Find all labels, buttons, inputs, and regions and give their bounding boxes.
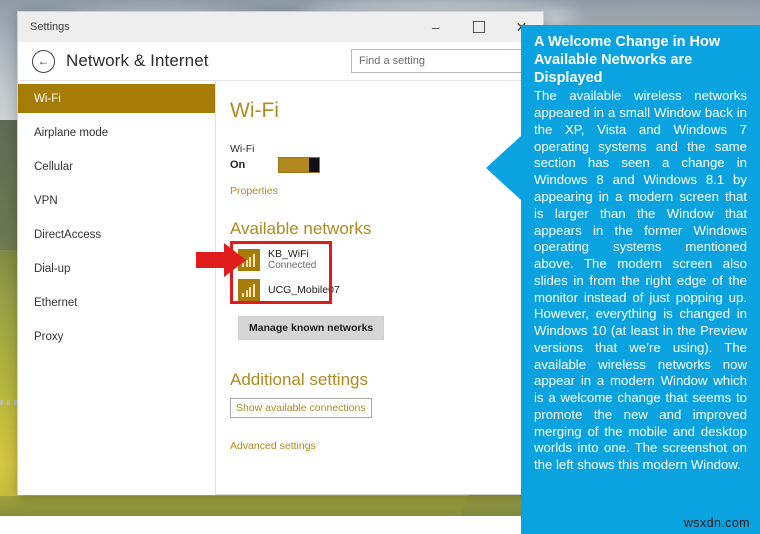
red-arrow-annotation [196, 243, 246, 277]
wifi-toggle-switch[interactable] [278, 157, 321, 173]
maximize-icon [472, 21, 485, 33]
title-bar: Settings – ✕ [18, 12, 543, 42]
show-available-connections-button[interactable]: Show available connections [230, 398, 372, 418]
sidebar-item-proxy[interactable]: Proxy [18, 322, 215, 351]
sidebar-item-label: Airplane mode [34, 126, 109, 139]
content-heading: Wi-Fi [230, 99, 279, 122]
sidebar: Wi-Fi Airplane mode Cellular VPN DirectA… [18, 81, 216, 495]
sidebar-item-label: Ethernet [34, 296, 78, 309]
back-button[interactable]: ← [32, 49, 55, 73]
advanced-settings-link[interactable]: Advanced settings [230, 440, 543, 452]
sidebar-item-label: Dial-up [34, 262, 71, 275]
sidebar-item-label: Proxy [34, 330, 64, 343]
back-arrow-icon: ← [37, 54, 50, 68]
minimize-button[interactable]: – [414, 12, 457, 42]
callout-panel: A Welcome Change in How Available Networ… [521, 25, 760, 534]
network-text: KB_WiFi Connected [268, 248, 316, 272]
network-status: Connected [268, 260, 317, 272]
settings-window: Settings – ✕ ← Network & Internet Find a… [18, 12, 543, 495]
callout-heading: A Welcome Change in How Available Networ… [534, 34, 721, 87]
network-name: UCG_Mobile07 [268, 283, 340, 296]
wifi-state-label: On [230, 159, 246, 171]
sidebar-item-directaccess[interactable]: DirectAccess [18, 220, 215, 249]
callout-body: The available wireless networks appeared… [534, 88, 747, 473]
toggle-thumb [309, 158, 320, 172]
sidebar-item-label: Cellular [34, 160, 73, 173]
header-bar: ← Network & Internet Find a setting [18, 42, 543, 80]
window-body: Wi-Fi Airplane mode Cellular VPN DirectA… [18, 80, 543, 495]
available-networks-heading: Available networks [230, 219, 372, 238]
page-title: Network & Internet [66, 51, 209, 70]
callout-inner: A Welcome Change in How Available Networ… [521, 25, 760, 474]
network-list: KB_WiFi Connected UCG_Mobile07 [230, 241, 341, 304]
sidebar-item-label: VPN [34, 194, 58, 207]
sidebar-item-label: DirectAccess [34, 228, 102, 241]
watermark: wsxdn.com [683, 516, 750, 530]
sidebar-item-wifi[interactable]: Wi-Fi [18, 84, 215, 113]
sidebar-item-label: Wi-Fi [34, 92, 61, 105]
manage-known-networks-button[interactable]: Manage known networks [238, 316, 385, 340]
minimize-icon: – [431, 19, 440, 35]
sidebar-item-dial-up[interactable]: Dial-up [18, 254, 215, 283]
network-list-item[interactable]: UCG_Mobile07 [238, 277, 341, 303]
callout-pointer [486, 135, 522, 201]
search-placeholder: Find a setting [359, 55, 426, 67]
search-input[interactable]: Find a setting [351, 49, 535, 73]
network-name: KB_WiFi [268, 248, 309, 261]
sidebar-item-vpn[interactable]: VPN [18, 186, 215, 215]
network-text: UCG_Mobile07 [268, 284, 340, 296]
maximize-button[interactable] [457, 12, 500, 42]
wifi-signal-icon [238, 279, 260, 301]
sidebar-item-airplane-mode[interactable]: Airplane mode [18, 118, 215, 147]
additional-settings-heading: Additional settings [230, 370, 368, 389]
sidebar-item-cellular[interactable]: Cellular [18, 152, 215, 181]
window-title: Settings [30, 21, 70, 33]
sidebar-item-ethernet[interactable]: Ethernet [18, 288, 215, 317]
network-list-item[interactable]: KB_WiFi Connected [238, 247, 341, 273]
